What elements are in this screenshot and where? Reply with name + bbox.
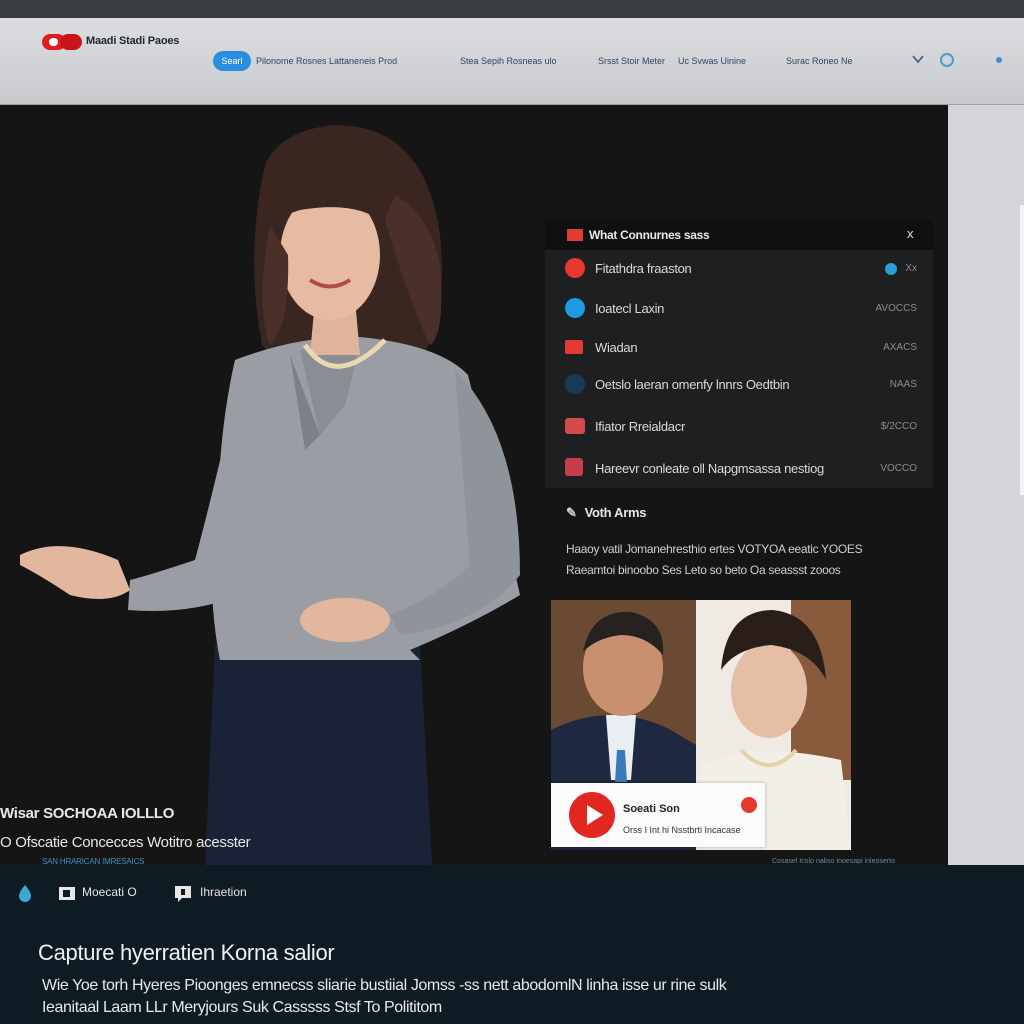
panel-title: What Connurnes sass (589, 228, 710, 242)
section-desc-line: Raeamtoi binoobo Ses Leto so beto Oa sea… (566, 563, 841, 577)
section-title: ✎ Voth Arms (566, 505, 646, 521)
red-flag-icon (565, 340, 583, 354)
drop-icon[interactable] (16, 884, 34, 907)
notification-item[interactable]: Ioatecl Laxin AVOCCS (545, 290, 933, 328)
caption-line: Wie Yoe torh Hyeres Pioonges emnecss sli… (42, 977, 727, 994)
flag-icon (565, 418, 585, 434)
video-info-card[interactable]: Soeati Son Orss I Int hi Nsstbrti Incaca… (551, 783, 765, 847)
notification-text: Ifiator Rreialdacr (595, 419, 685, 434)
notification-item[interactable]: Ifiator Rreialdacr $/2CCO (545, 408, 933, 446)
notification-meta: VOCCO (880, 463, 917, 474)
chat-button-label[interactable]: Ihraetion (200, 885, 247, 899)
camera-icon[interactable] (58, 884, 76, 907)
search-icon[interactable] (940, 53, 954, 67)
nav-link-3[interactable]: Srsst Stoir Meter (598, 56, 665, 66)
notification-meta: AVOCCS (875, 303, 918, 314)
flag-icon (567, 229, 583, 241)
live-button[interactable]: Searl (213, 51, 251, 71)
menu-icon[interactable] (996, 57, 1002, 63)
notifications-panel: What Connurnes sass x Fitathdra fraaston… (545, 220, 933, 488)
unread-dot (885, 263, 897, 275)
overlay-subtitle: O Ofscatie Concecces Wotitro acesster (0, 834, 251, 851)
notification-item[interactable]: Fitathdra fraaston Xx (545, 250, 933, 288)
close-icon[interactable]: x (907, 226, 914, 241)
notification-meta: Xx (905, 263, 917, 274)
camera-button-label[interactable]: Moecati O (82, 885, 137, 899)
logo-icon[interactable] (42, 34, 82, 50)
flag-icon (565, 458, 583, 476)
nav-link-4[interactable]: Uc Svwas Uinine (678, 56, 746, 66)
notification-item[interactable]: Hareevr conleate oll Napgmsassa nestiog … (545, 450, 933, 488)
blue-circle-icon (565, 298, 585, 318)
video-caption: Cosasel Icolo naliso Inoesapi inleoserto (772, 858, 895, 865)
caption-line: Ieanitaal Laam LLr Meryjours Suk Casssss… (42, 999, 442, 1016)
pin-icon: ✎ (566, 505, 577, 520)
video-subtitle: Orss I Int hi Nsstbrti Incacase (623, 825, 741, 835)
notification-text: Fitathdra fraaston (595, 261, 692, 276)
panel-header: What Connurnes sass x (545, 220, 933, 250)
presenter-image (20, 125, 520, 865)
notification-text: Ioatecl Laxin (595, 301, 665, 316)
notification-meta: NAAS (889, 379, 917, 390)
caption-title: Capture hyerratien Korna salior (38, 940, 335, 965)
chat-icon[interactable] (174, 884, 192, 907)
window-top-strip (0, 0, 1024, 18)
video-channel-name: Soeati Son (623, 803, 680, 815)
chevron-down-icon[interactable] (912, 53, 924, 67)
nav-link-5[interactable]: Surac Roneo Ne (786, 56, 853, 66)
notification-text: Hareevr conleate oll Napgmsassa nestiog (595, 461, 824, 476)
red-circle-icon (565, 258, 585, 278)
nav-link-1[interactable]: Pilonome Rosnes Lattaneneis Prod (256, 56, 397, 66)
notification-text: Wiadan (595, 340, 638, 355)
notification-text: Oetslo laeran omenfy lnnrs Oedtbin (595, 377, 790, 392)
notification-item[interactable]: Wiadan AXACS (545, 329, 933, 367)
overlay-title: Wisar SOCHOAA IOLLLO (0, 805, 175, 822)
scrollbar[interactable] (1020, 205, 1024, 495)
notification-meta: AXACS (883, 342, 917, 353)
play-icon[interactable] (569, 792, 615, 838)
right-gutter (948, 105, 1024, 865)
section-title-text: Voth Arms (584, 505, 647, 520)
nav-link-2[interactable]: Stea Sepih Rosneas ulo (460, 56, 557, 66)
record-icon[interactable] (741, 797, 757, 813)
dark-globe-icon (565, 374, 585, 394)
notification-meta: $/2CCO (880, 421, 917, 432)
notification-item[interactable]: Oetslo laeran omenfy lnnrs Oedtbin NAAS (545, 366, 933, 404)
brand-name: Maadi Stadi Paoes (86, 35, 180, 47)
section-desc-line: Haaoy vatil Jomanehresthio ertes VOTYOA … (566, 542, 863, 556)
